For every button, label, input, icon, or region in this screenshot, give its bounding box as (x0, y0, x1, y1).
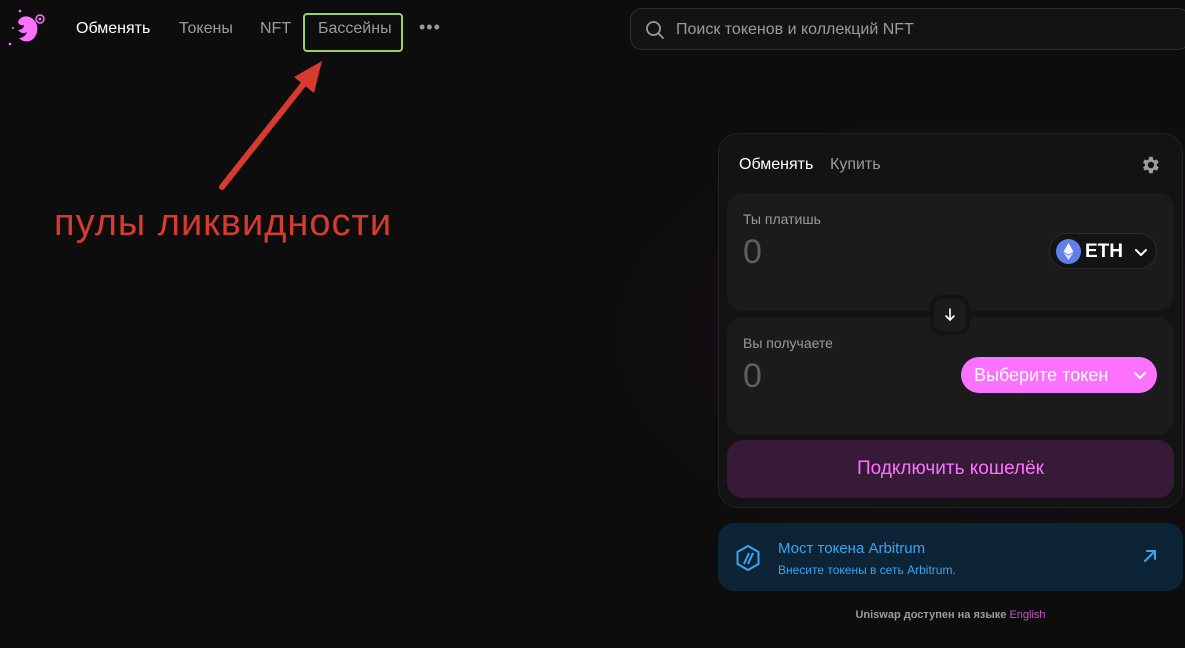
uniswap-logo-icon[interactable] (6, 8, 48, 50)
eth-label: ETH (1085, 241, 1123, 262)
nav-nft[interactable]: NFT (260, 20, 291, 38)
swap-card: Обменять Купить Ты платишь 0 ETH Вы полу… (718, 133, 1183, 508)
chevron-down-icon (1135, 249, 1147, 256)
annotation-arrow-icon (219, 61, 322, 190)
chevron-down-icon (1134, 372, 1146, 379)
banner-title: Мост токена Arbitrum (778, 540, 926, 557)
tab-buy[interactable]: Купить (830, 156, 881, 174)
language-note-text: Uniswap доступен на языке (855, 609, 1007, 621)
pay-amount-input[interactable]: 0 (743, 233, 762, 272)
search-icon (646, 21, 664, 39)
eth-icon (1056, 239, 1081, 264)
connect-wallet-label: Подключить кошелёк (857, 458, 1044, 479)
search-bar[interactable]: Поиск токенов и коллекций NFT (630, 8, 1185, 50)
banner-subtitle: Внесите токены в сеть Arbitrum. (778, 563, 956, 577)
tab-swap[interactable]: Обменять (739, 156, 813, 174)
annotation-label: пулы ликвидности (54, 202, 393, 244)
arbitrum-bridge-banner[interactable]: Мост токена Arbitrum Внесите токены в се… (718, 523, 1183, 591)
search-input[interactable]: Поиск токенов и коллекций NFT (676, 21, 914, 39)
pay-label: Ты платишь (743, 211, 821, 227)
switch-direction-button[interactable] (930, 295, 970, 335)
nav-pools[interactable]: Бассейны (318, 20, 392, 38)
select-token-label: Выберите токен (974, 365, 1109, 385)
connect-wallet-button[interactable]: Подключить кошелёк (727, 440, 1174, 498)
nav-swap[interactable]: Обменять (76, 20, 150, 38)
eth-token-selector[interactable]: ETH (1049, 233, 1157, 269)
arrow-down-icon (945, 308, 955, 321)
select-token-button[interactable]: Выберите токен (961, 357, 1157, 393)
receive-label: Вы получаете (743, 335, 833, 351)
receive-amount-input[interactable]: 0 (743, 357, 762, 396)
gear-icon[interactable] (1139, 154, 1161, 176)
more-menu-icon[interactable]: ••• (419, 17, 441, 38)
external-link-icon[interactable] (1143, 549, 1157, 563)
language-note: Uniswap доступен на языке English (718, 609, 1183, 621)
arbitrum-icon (736, 545, 760, 571)
nav-tokens[interactable]: Токены (179, 20, 233, 38)
pay-panel: Ты платишь 0 ETH (727, 193, 1174, 311)
language-link[interactable]: English (1009, 609, 1045, 621)
